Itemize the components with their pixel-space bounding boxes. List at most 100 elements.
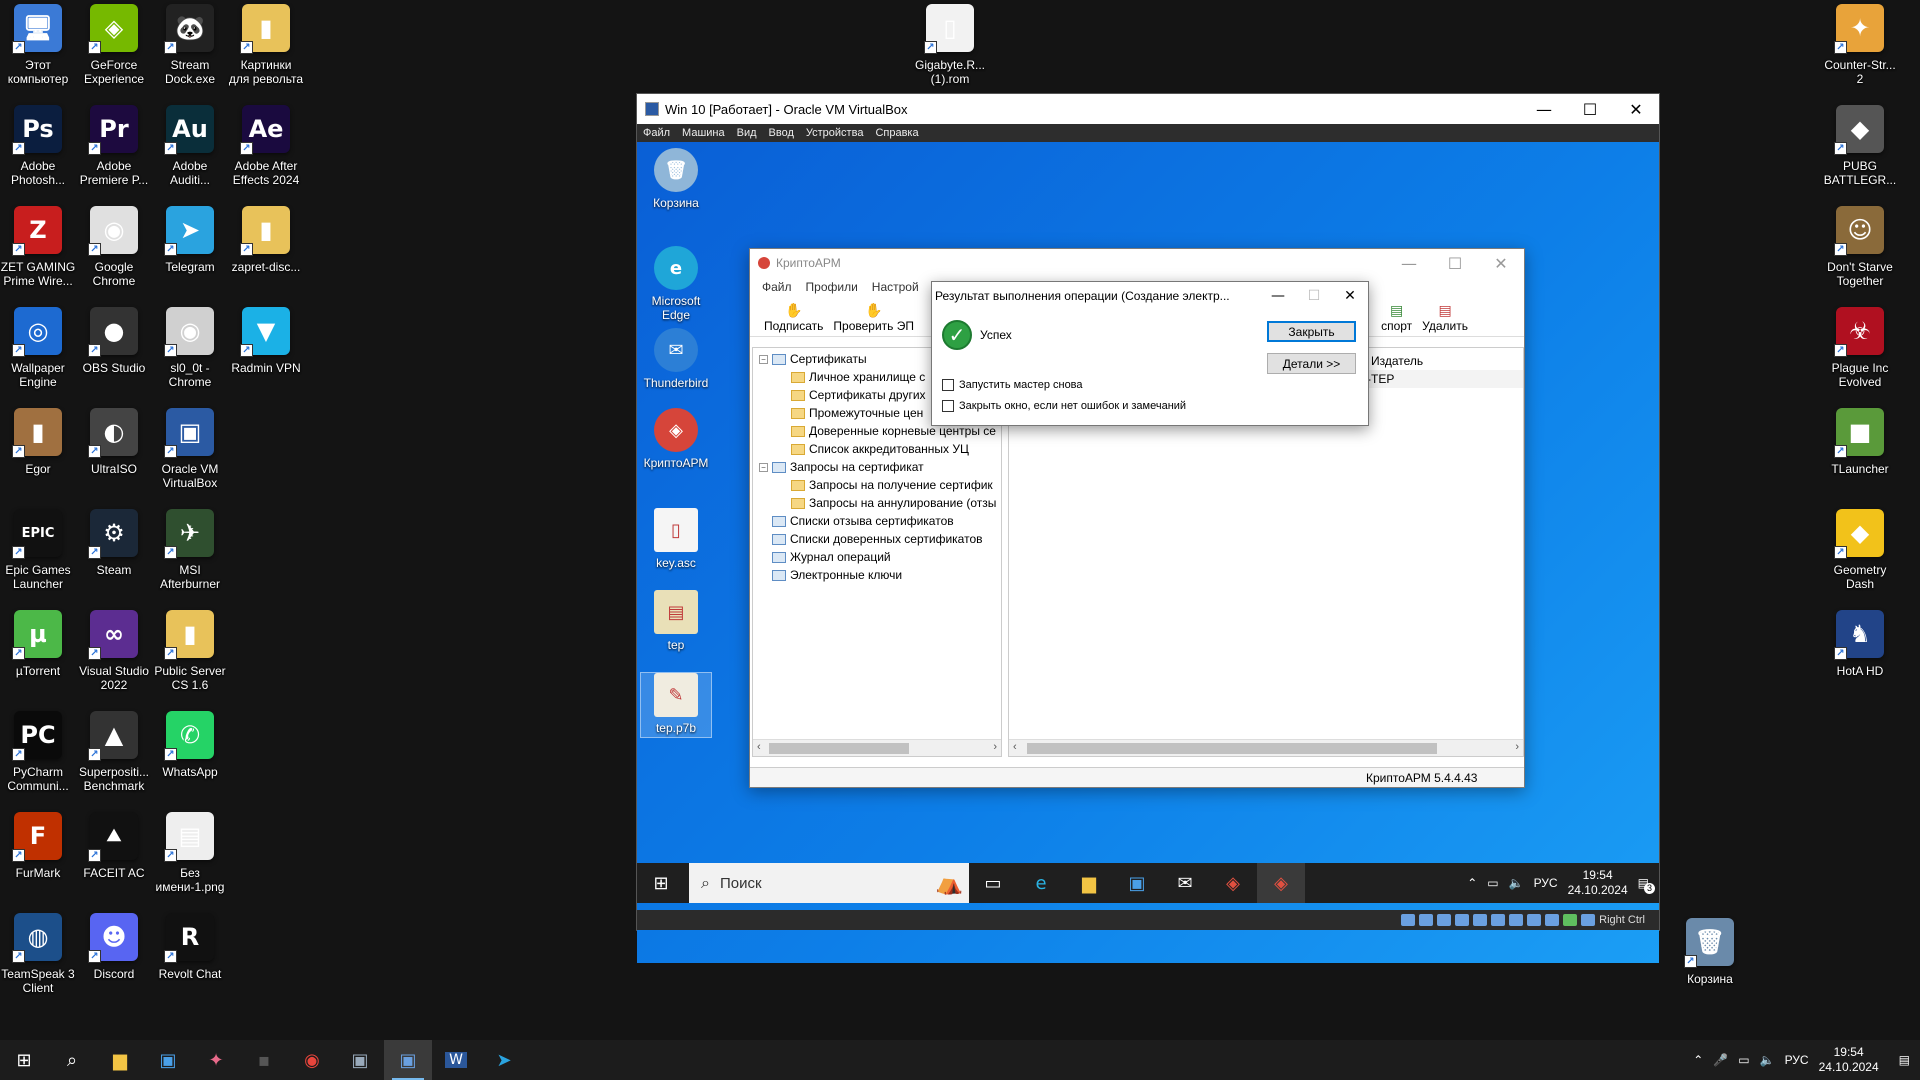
list-horizontal-scrollbar[interactable]: ‹ ›: [1009, 739, 1523, 756]
guest-start-button[interactable]: ⊞: [637, 863, 685, 903]
checkbox-box[interactable]: [942, 379, 954, 391]
minimize-button[interactable]: —: [1521, 94, 1567, 124]
notifications-icon[interactable]: ▤ 3: [1638, 876, 1655, 894]
cryptoarm-titlebar[interactable]: КриптоАРМ — ☐ ✕: [750, 249, 1524, 277]
desktop-icon[interactable]: ▮ ↗ Egor: [0, 408, 76, 476]
store-taskbar-button[interactable]: ▣: [1113, 863, 1161, 903]
usb-status-icon[interactable]: [1473, 914, 1488, 926]
close-dialog-button[interactable]: Закрыть: [1267, 321, 1356, 342]
display-status-icon[interactable]: [1509, 914, 1524, 926]
cpu-status-icon[interactable]: [1545, 914, 1560, 926]
network-icon[interactable]: ▭: [1738, 1053, 1749, 1067]
tree-node[interactable]: Запросы на аннулирование (отзы: [791, 494, 996, 512]
desktop-icon[interactable]: Ae ↗ Adobe After Effects 2024: [228, 105, 304, 187]
desktop-icon[interactable]: ◈ ↗ GeForce Experience: [76, 4, 152, 86]
app-taskbar-button[interactable]: ▪: [240, 1040, 288, 1080]
scroll-right-icon[interactable]: ›: [993, 741, 997, 753]
cryptoarm-taskbar-button[interactable]: ◈: [1209, 863, 1257, 903]
menu-file[interactable]: Файл: [637, 127, 676, 139]
host-clock[interactable]: 19:54 24.10.2024: [1819, 1045, 1879, 1075]
close-button[interactable]: ✕: [1332, 282, 1368, 310]
desktop-icon[interactable]: ▮ ↗ Картинки для револьта: [228, 4, 304, 86]
tree-node[interactable]: − Запросы на сертификат: [759, 458, 924, 476]
virtualbox-manager-taskbar-button[interactable]: ▣: [336, 1040, 384, 1080]
desktop-icon[interactable]: ▮ ↗ Public Server CS 1.6: [152, 610, 228, 692]
menu-file[interactable]: Файл: [762, 280, 792, 294]
delete-button[interactable]: ▤ Удалить: [1422, 303, 1468, 336]
desktop-icon[interactable]: 🐼 ↗ Stream Dock.exe: [152, 4, 228, 86]
scroll-thumb[interactable]: [1027, 743, 1437, 754]
show-hidden-icons-icon[interactable]: ⌃: [1467, 876, 1477, 890]
tree-node[interactable]: Личное хранилище с: [791, 368, 925, 386]
menu-input[interactable]: Ввод: [763, 127, 800, 139]
search-button[interactable]: ⌕: [48, 1040, 96, 1080]
guest-desktop-icon[interactable]: ✉ Thunderbird: [640, 328, 712, 390]
maximize-button[interactable]: ☐: [1567, 94, 1613, 124]
desktop-icon[interactable]: ✈ ↗ MSI Afterburner: [152, 509, 228, 591]
collapse-icon[interactable]: −: [759, 354, 768, 364]
operation-result-dialog[interactable]: Результат выполнения операции (Создание …: [931, 281, 1369, 426]
optical-status-icon[interactable]: [1419, 914, 1434, 926]
desktop-icon[interactable]: ∞ ↗ Visual Studio 2022: [76, 610, 152, 692]
tree-node[interactable]: − Сертификаты: [759, 350, 867, 368]
close-if-ok-checkbox[interactable]: Закрыть окно, если нет ошибок и замечани…: [942, 400, 1186, 412]
guest-desktop[interactable]: 🗑 Корзина e Microsoft Edge ✉ Thunderbird ◈ Крип…: [637, 142, 1659, 963]
sign-button[interactable]: ✋ Подписать: [764, 303, 823, 336]
virtualbox-vm-taskbar-button[interactable]: ▣: [384, 1040, 432, 1080]
scroll-right-icon[interactable]: ›: [1515, 741, 1519, 753]
minimize-button[interactable]: —: [1386, 249, 1432, 277]
streamdeck-taskbar-button[interactable]: ✦: [192, 1040, 240, 1080]
desktop-icon[interactable]: ▤ ↗ Без имени-1.png: [152, 812, 228, 894]
menu-profiles[interactable]: Профили: [806, 280, 858, 294]
guest-clock[interactable]: 19:54 24.10.2024: [1568, 868, 1628, 898]
menu-machine[interactable]: Машина: [676, 127, 731, 139]
task-view-button[interactable]: ▭: [969, 863, 1017, 903]
menu-view[interactable]: Вид: [731, 127, 763, 139]
guest-search-box[interactable]: ⌕ Поиск ⛺: [689, 863, 969, 903]
collapse-icon[interactable]: −: [759, 462, 768, 472]
desktop-icon[interactable]: Z ↗ ZET GAMING Prime Wire...: [0, 206, 76, 288]
tree-node[interactable]: Журнал операций: [759, 548, 891, 566]
export-button[interactable]: ▤ спорт: [1381, 303, 1412, 336]
desktop-icon[interactable]: 🖥 ↗ Этот компьютер: [0, 4, 76, 86]
language-indicator[interactable]: РУС: [1534, 876, 1558, 890]
menu-devices[interactable]: Устройства: [800, 127, 870, 139]
close-button[interactable]: ✕: [1613, 94, 1659, 124]
guest-desktop-icon[interactable]: 🗑 Корзина: [640, 148, 712, 210]
tree-node[interactable]: Списки доверенных сертификатов: [759, 530, 983, 548]
virtualbox-window[interactable]: Win 10 [Работает] - Oracle VM VirtualBox…: [636, 93, 1660, 963]
language-indicator[interactable]: РУС: [1785, 1053, 1809, 1067]
rerun-wizard-checkbox[interactable]: Запустить мастер снова: [942, 379, 1083, 391]
desktop-icon[interactable]: F ↗ FurMark: [0, 812, 76, 880]
tree-node[interactable]: Промежуточные цен: [791, 404, 923, 422]
explorer-taskbar-button[interactable]: ▆: [1065, 863, 1113, 903]
edge-taskbar-button[interactable]: e: [1017, 863, 1065, 903]
volume-icon[interactable]: 🔈: [1760, 1053, 1775, 1067]
microphone-icon[interactable]: 🎤: [1713, 1053, 1728, 1067]
close-button[interactable]: ✕: [1478, 249, 1524, 277]
keyboard-capture-icon[interactable]: [1581, 914, 1596, 926]
desktop-icon[interactable]: ☻ ↗ Discord: [76, 913, 152, 981]
desktop-icon[interactable]: ▣ ↗ Oracle VM VirtualBox: [152, 408, 228, 490]
start-button[interactable]: ⊞: [0, 1040, 48, 1080]
desktop-icon[interactable]: ▯ ↗ Gigabyte.R... (1).rom: [912, 4, 988, 86]
desktop-icon[interactable]: ◍ ↗ TeamSpeak 3 Client: [0, 913, 76, 995]
dialog-titlebar[interactable]: Результат выполнения операции (Создание …: [932, 282, 1368, 310]
hdd-status-icon[interactable]: [1401, 914, 1416, 926]
desktop-icon[interactable]: µ ↗ µTorrent: [0, 610, 76, 678]
menu-settings[interactable]: Настрой: [872, 280, 919, 294]
mouse-integration-icon[interactable]: [1563, 914, 1578, 926]
notifications-icon[interactable]: ▤: [1899, 1053, 1910, 1067]
checkbox-box[interactable]: [942, 400, 954, 412]
guest-desktop-icon[interactable]: ◈ КриптоАРМ: [640, 408, 712, 470]
desktop-icon[interactable]: PC ↗ PyCharm Communi...: [0, 711, 76, 793]
desktop-icon[interactable]: ▲ ↗ Superpositi... Benchmark: [76, 711, 152, 793]
scroll-thumb[interactable]: [769, 743, 909, 754]
audio-status-icon[interactable]: [1437, 914, 1452, 926]
desktop-icon[interactable]: ◉ ↗ Google Chrome: [76, 206, 152, 288]
menu-help[interactable]: Справка: [869, 127, 924, 139]
show-hidden-icons-icon[interactable]: ⌃: [1693, 1053, 1703, 1067]
minimize-button[interactable]: —: [1260, 282, 1296, 310]
explorer-taskbar-button[interactable]: ▆: [96, 1040, 144, 1080]
guest-desktop-icon[interactable]: ✎ tep.p7b: [640, 672, 712, 738]
